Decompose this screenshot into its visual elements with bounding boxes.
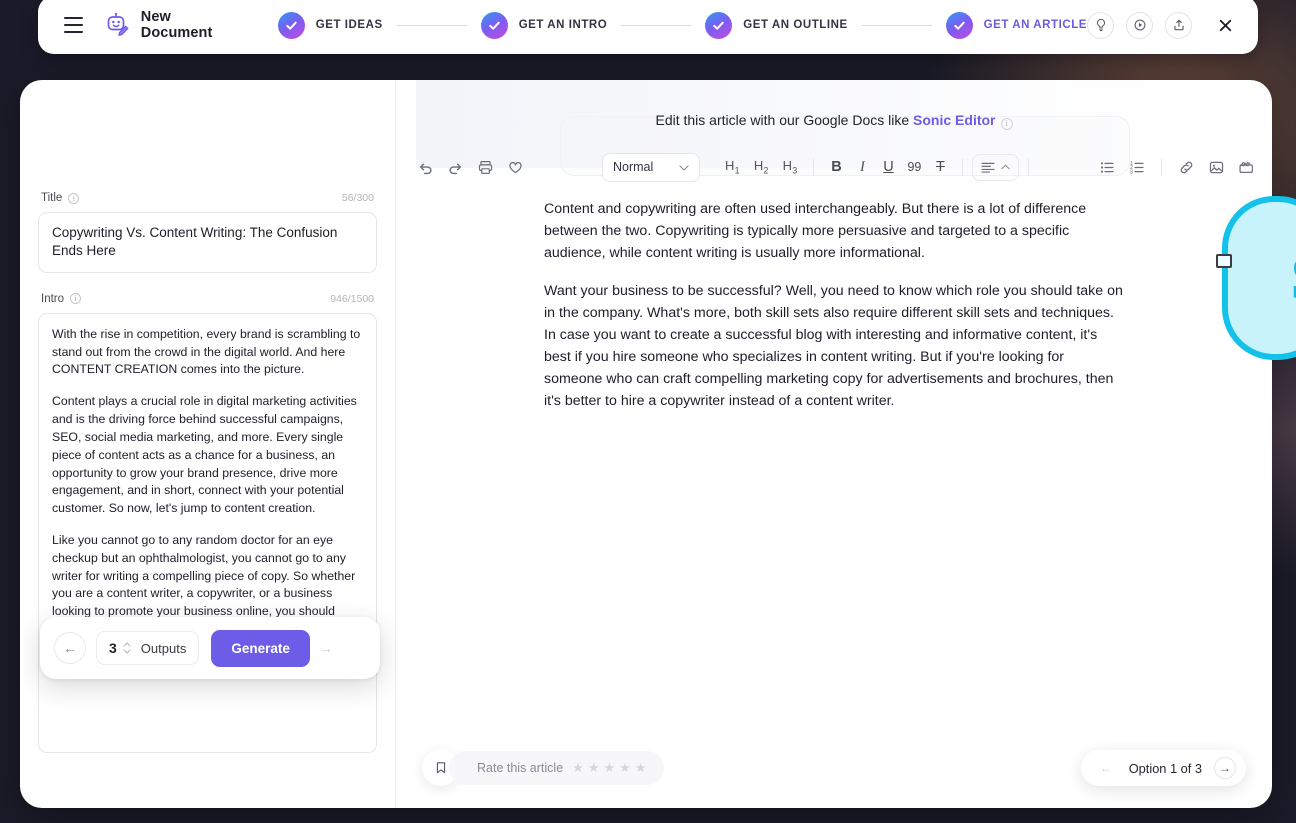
close-icon[interactable] — [1212, 12, 1238, 38]
step-get-an-article[interactable]: GET AN ARTICLE — [945, 11, 1087, 39]
outputs-stepper[interactable]: 3 Outputs — [96, 631, 200, 665]
text-style-select[interactable]: Normal — [602, 152, 700, 182]
generate-button[interactable]: Generate — [211, 629, 310, 667]
text-style-value: Normal — [613, 160, 654, 174]
info-icon[interactable]: i — [68, 192, 80, 204]
intro-label: Intro — [41, 292, 65, 305]
link-icon[interactable] — [1171, 152, 1201, 182]
intro-paragraph: Content plays a crucial role in digital … — [52, 394, 357, 516]
article-paragraph: Want your business to be successful? Wel… — [544, 283, 1123, 409]
heading-3-button[interactable]: H3 — [776, 158, 805, 176]
info-icon[interactable]: i — [1000, 118, 1013, 130]
clear-format-button[interactable]: T — [927, 159, 953, 175]
article-footer-left: Rate this article ★ ★ ★ ★ ★ — [422, 749, 665, 786]
sticker-tag-icon — [1216, 254, 1232, 268]
title-field-header: Title i 56/300 — [38, 192, 377, 204]
svg-text:3: 3 — [1130, 169, 1133, 175]
intro-paragraph: With the rise in competition, every bran… — [52, 326, 361, 377]
star-icon[interactable]: ★ — [572, 760, 584, 776]
editor-panel: Edit this article with our Google Docs l… — [396, 80, 1272, 808]
sonic-editor-link[interactable]: Sonic Editor — [913, 112, 995, 128]
step-divider — [621, 24, 692, 26]
title-value: Copywriting Vs. Content Writing: The Con… — [52, 225, 338, 259]
editor-banner: Edit this article with our Google Docs l… — [396, 112, 1272, 130]
generate-bar: ← 3 Outputs Generate → — [40, 617, 380, 679]
outputs-label: Outputs — [140, 640, 187, 656]
star-rating[interactable]: ★ ★ ★ ★ ★ — [572, 760, 646, 776]
intro-counter: 946/1500 — [330, 292, 374, 305]
heading-1-button[interactable]: H1 — [718, 158, 747, 176]
app-card: Title i 56/300 Copywriting Vs. Content W… — [20, 80, 1272, 808]
image-icon[interactable] — [1201, 152, 1231, 182]
option-pager: ← Option 1 of 3 → — [1080, 750, 1246, 786]
align-left-icon[interactable] — [972, 153, 1020, 181]
step-label: GET AN ARTICLE — [983, 19, 1087, 31]
underline-button[interactable]: U — [875, 159, 901, 175]
chat-bubble-sticker[interactable]: S — [1216, 196, 1296, 360]
step-get-an-outline[interactable]: GET AN OUTLINE — [705, 11, 848, 39]
step-get-ideas[interactable]: GET IDEAS — [277, 11, 383, 39]
title-input[interactable]: Copywriting Vs. Content Writing: The Con… — [38, 212, 377, 273]
workflow-steps: GET IDEAS GET AN INTRO GET AN OUTLINE GE… — [277, 11, 1087, 39]
top-bar-actions — [1087, 11, 1238, 39]
check-icon — [705, 11, 733, 39]
italic-button[interactable]: I — [849, 159, 875, 176]
bold-button[interactable]: B — [823, 159, 849, 175]
title-counter: 56/300 — [341, 192, 374, 204]
lightbulb-icon[interactable] — [1087, 11, 1114, 39]
article-body[interactable]: Content and copywriting are often used i… — [544, 198, 1124, 428]
star-icon[interactable]: ★ — [619, 760, 631, 776]
info-icon[interactable]: i — [70, 293, 82, 305]
bullet-list-icon[interactable] — [1092, 152, 1122, 182]
blockquote-button[interactable]: 99 — [901, 160, 927, 174]
banner-text: Edit this article with our Google Docs l… — [655, 112, 914, 128]
content-columns: Title i 56/300 Copywriting Vs. Content W… — [20, 80, 1272, 808]
top-bar: New Document GET IDEAS GET AN INTRO GET … — [38, 0, 1258, 54]
chevron-up-icon — [1001, 164, 1011, 170]
check-icon — [480, 11, 508, 39]
step-get-an-intro[interactable]: GET AN INTRO — [480, 11, 608, 39]
step-divider — [861, 24, 932, 26]
heading-2-button[interactable]: H2 — [747, 158, 776, 176]
undo-icon[interactable] — [410, 152, 440, 182]
next-output-button[interactable]: → — [309, 632, 342, 664]
star-icon[interactable]: ★ — [635, 760, 647, 776]
article-paragraph: Content and copywriting are often used i… — [544, 201, 1087, 261]
heart-icon[interactable] — [500, 152, 530, 182]
option-counter: Option 1 of 3 — [1128, 760, 1202, 776]
step-label: GET AN OUTLINE — [743, 19, 848, 31]
step-divider — [396, 24, 467, 26]
step-label: GET IDEAS — [315, 19, 383, 31]
robot-pen-icon — [105, 12, 131, 38]
step-label: GET AN INTRO — [518, 19, 608, 31]
share-upload-icon[interactable] — [1165, 11, 1192, 39]
document-title[interactable]: New Document — [141, 9, 226, 41]
inputs-panel: Title i 56/300 Copywriting Vs. Content W… — [20, 80, 396, 808]
play-circle-icon[interactable] — [1126, 11, 1153, 39]
rate-label: Rate this article — [477, 760, 564, 775]
redo-icon[interactable] — [440, 152, 470, 182]
numbered-list-icon[interactable]: 123 — [1122, 152, 1152, 182]
star-icon[interactable]: ★ — [588, 760, 600, 776]
check-icon — [277, 11, 305, 39]
print-icon[interactable] — [470, 152, 500, 182]
check-icon — [945, 11, 973, 39]
title-label: Title — [41, 192, 63, 204]
chevron-down-icon — [679, 160, 689, 174]
hamburger-icon[interactable] — [64, 17, 83, 33]
editor-toolbar: Normal H1 H2 H3 B I U 99 T 1 2 3 — [410, 150, 1264, 184]
intro-field-header: Intro i 946/1500 — [38, 293, 377, 305]
previous-output-button[interactable]: ← — [54, 632, 86, 664]
next-option-button[interactable]: → — [1214, 757, 1236, 779]
app-root: New Document GET IDEAS GET AN INTRO GET … — [0, 0, 1296, 823]
video-icon[interactable] — [1231, 152, 1261, 182]
outputs-count: 3 — [109, 640, 117, 656]
star-icon[interactable]: ★ — [603, 760, 615, 776]
document-identity: New Document — [105, 9, 226, 41]
previous-option-button[interactable]: ← — [1095, 757, 1117, 779]
sticker-letter: S — [1290, 246, 1296, 310]
stepper-spinner-icon[interactable] — [123, 642, 131, 654]
intro-input[interactable]: With the rise in competition, every bran… — [38, 312, 377, 753]
rate-article-control[interactable]: Rate this article ★ ★ ★ ★ ★ — [449, 750, 665, 785]
